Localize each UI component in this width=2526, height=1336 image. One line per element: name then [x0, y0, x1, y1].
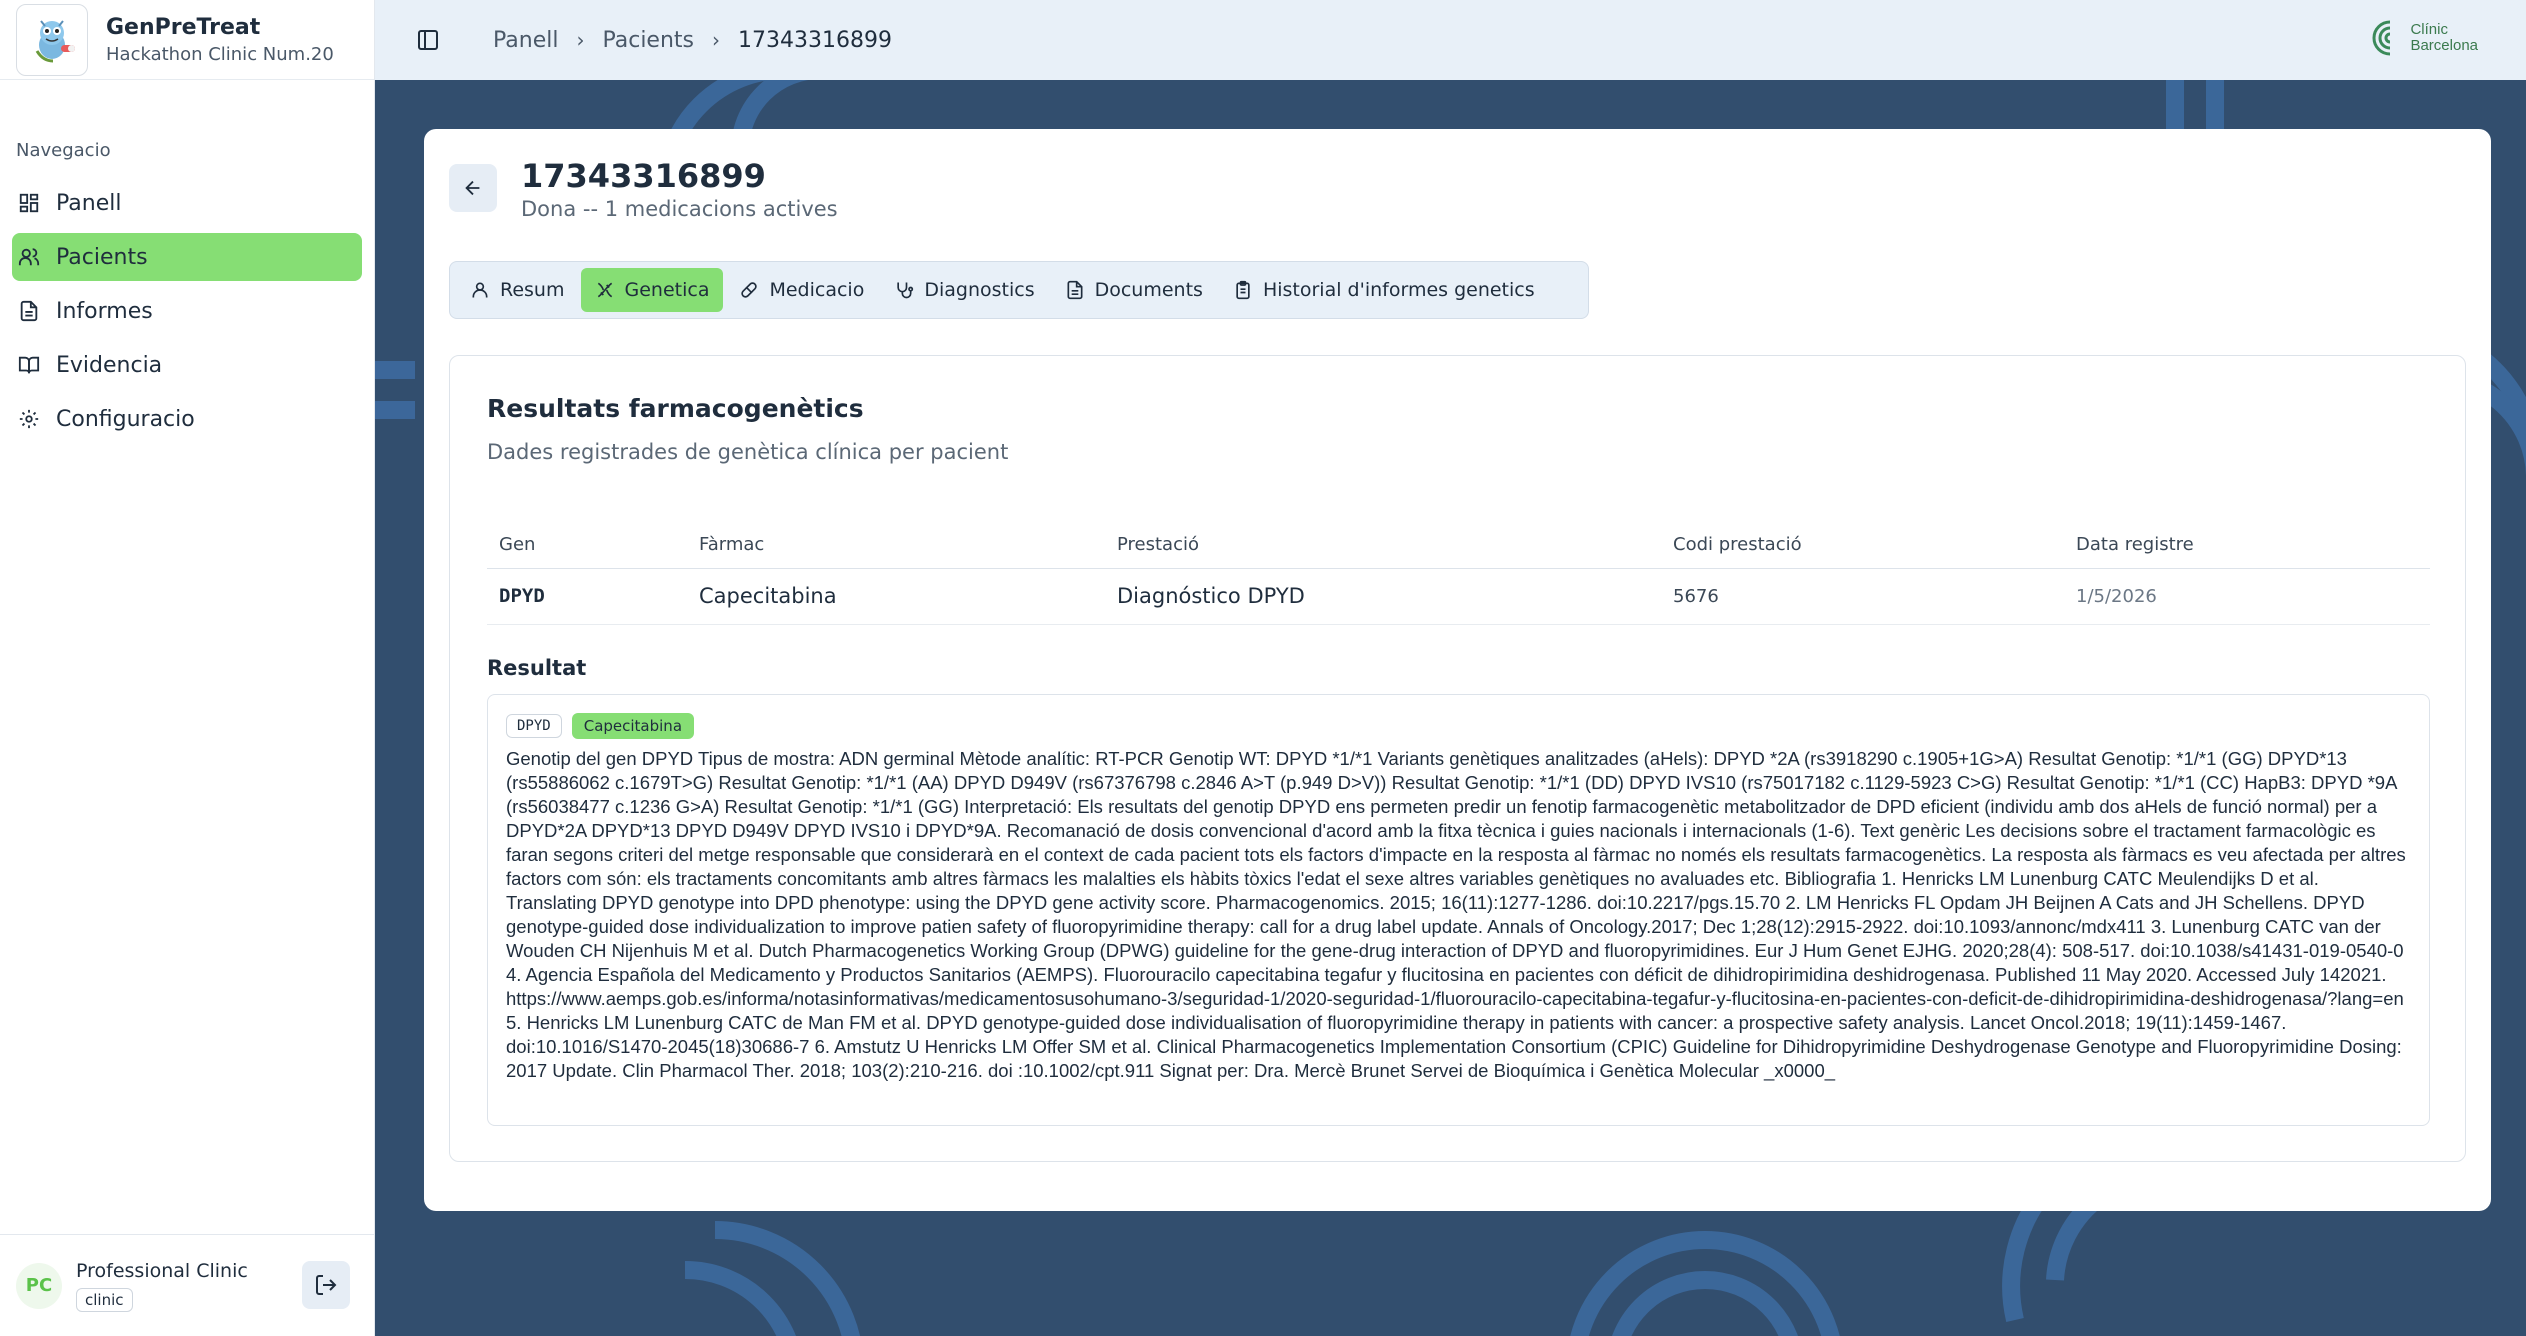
tab-label: Medicacio — [769, 279, 865, 301]
sidebar-item-pacients[interactable]: Pacients — [12, 233, 362, 281]
breadcrumb-item-current: 17343316899 — [738, 27, 892, 53]
brand-subtitle: Hackathon Clinic Num.20 — [106, 43, 334, 65]
sidebar-item-evidencia[interactable]: Evidencia — [12, 341, 362, 389]
page-title: 17343316899 — [521, 157, 766, 195]
tab-bar: Resum Genetica Medicacio Diagnostics Doc… — [449, 261, 1589, 319]
tab-genetica[interactable]: Genetica — [580, 268, 724, 312]
mascot-icon — [35, 19, 75, 62]
clinic-logo-icon — [2372, 20, 2391, 56]
brand-logo — [16, 3, 88, 76]
result-box: DPYD Capecitabina Genotip del gen DPYD T… — [487, 694, 2430, 1126]
file-icon — [20, 300, 38, 322]
sidebar-item-label: Panell — [56, 190, 122, 216]
clinic-logo: Clínic Barcelona — [2370, 18, 2478, 58]
breadcrumb-item-pacients[interactable]: Pacients — [602, 28, 694, 53]
cell-date: 1/5/2026 — [2064, 568, 2430, 625]
cell-drug: Capecitabina — [687, 568, 1105, 625]
user-box: PC Professional Clinic clinic — [0, 1234, 374, 1336]
dna-icon — [597, 282, 612, 298]
back-button[interactable] — [449, 164, 497, 212]
nav-heading: Navegacio — [16, 140, 111, 161]
avatar[interactable]: PC — [16, 1262, 62, 1309]
chevron-right-icon: › — [712, 28, 721, 52]
patient-card: 17343316899 Dona -- 1 medicacions active… — [424, 129, 2491, 1211]
sidebar: GenPreTreat Hackathon Clinic Num.20 Nave… — [0, 0, 375, 1336]
book-icon — [18, 356, 40, 374]
sidebar-item-panell[interactable]: Panell — [12, 179, 362, 227]
tab-resum[interactable]: Resum — [456, 268, 579, 312]
sidebar-toggle-button[interactable] — [413, 25, 443, 55]
tab-medicacio[interactable]: Medicacio — [725, 268, 878, 312]
tab-diagnostics[interactable]: Diagnostics — [880, 268, 1048, 312]
panel-left-icon — [418, 30, 438, 50]
tab-label: Genetica — [624, 279, 710, 301]
results-title: Resultats farmacogenètics — [487, 394, 864, 423]
user-name: Professional Clinic — [76, 1259, 248, 1282]
tab-label: Diagnostics — [924, 279, 1035, 301]
sidebar-item-label: Evidencia — [56, 352, 163, 378]
tab-label: Resum — [500, 279, 565, 301]
logout-icon — [316, 1275, 337, 1295]
column-header-codi: Codi prestació — [1661, 522, 2064, 569]
tab-documents[interactable]: Documents — [1051, 268, 1217, 312]
gene-badge: DPYD — [506, 714, 562, 738]
users-icon — [18, 248, 40, 266]
column-header-gen: Gen — [487, 522, 687, 569]
sidebar-item-informes[interactable]: Informes — [12, 287, 362, 335]
column-header-data: Data registre — [2064, 522, 2430, 569]
brand-name: GenPreTreat — [106, 14, 261, 40]
gear-icon — [19, 409, 39, 429]
chevron-right-icon: › — [576, 28, 585, 52]
tab-historial[interactable]: Historial d'informes genetics — [1219, 268, 1549, 312]
results-table: Gen Fàrmac Prestació Codi prestació Data… — [487, 522, 2430, 625]
cell-gene: DPYD — [487, 568, 687, 625]
cell-code: 5676 — [1661, 568, 2064, 625]
tab-label: Historial d'informes genetics — [1262, 279, 1535, 301]
sidebar-item-label: Configuracio — [56, 406, 195, 432]
patient-subtitle: Dona -- 1 medicacions actives — [521, 197, 838, 221]
results-subtitle: Dades registrades de genètica clínica pe… — [487, 440, 1009, 464]
column-header-prestacio: Prestació — [1105, 522, 1661, 569]
logout-button[interactable] — [302, 1261, 350, 1309]
sidebar-nav: Panell Pacients Informes Evidencia Confi… — [0, 179, 374, 443]
sidebar-item-label: Pacients — [56, 244, 148, 270]
topbar: Panell › Pacients › 17343316899 Clínic B… — [375, 0, 2526, 80]
clinic-logo-line2: Barcelona — [2410, 37, 2478, 54]
stethoscope-icon — [897, 282, 914, 299]
table-header-row: Gen Fàrmac Prestació Codi prestació Data… — [487, 522, 2430, 569]
results-panel: Resultats farmacogenètics Dades registra… — [449, 355, 2466, 1162]
result-label: Resultat — [487, 656, 587, 680]
result-text: Genotip del gen DPYD Tipus de mostra: AD… — [506, 748, 2406, 1081]
brand[interactable]: GenPreTreat Hackathon Clinic Num.20 — [0, 0, 374, 80]
clipboard-icon — [1236, 280, 1250, 300]
clinic-logo-line1: Clínic — [2410, 21, 2448, 38]
arrow-left-icon — [465, 180, 480, 196]
drug-badge: Capecitabina — [571, 713, 695, 739]
dashboard-icon — [19, 193, 39, 213]
user-role-badge: clinic — [76, 1287, 133, 1312]
sidebar-item-configuracio[interactable]: Configuracio — [12, 395, 362, 443]
sidebar-item-label: Informes — [56, 298, 153, 324]
tab-label: Documents — [1094, 279, 1203, 301]
document-icon — [1067, 280, 1083, 300]
table-row[interactable]: DPYD Capecitabina Diagnóstico DPYD 5676 … — [487, 568, 2430, 625]
column-header-farmac: Fàrmac — [687, 522, 1105, 569]
breadcrumb: Panell › Pacients › 17343316899 — [493, 28, 892, 53]
pill-icon — [741, 282, 758, 298]
user-icon — [472, 282, 488, 298]
breadcrumb-item-panell[interactable]: Panell — [493, 28, 558, 53]
cell-service: Diagnóstico DPYD — [1105, 568, 1661, 625]
